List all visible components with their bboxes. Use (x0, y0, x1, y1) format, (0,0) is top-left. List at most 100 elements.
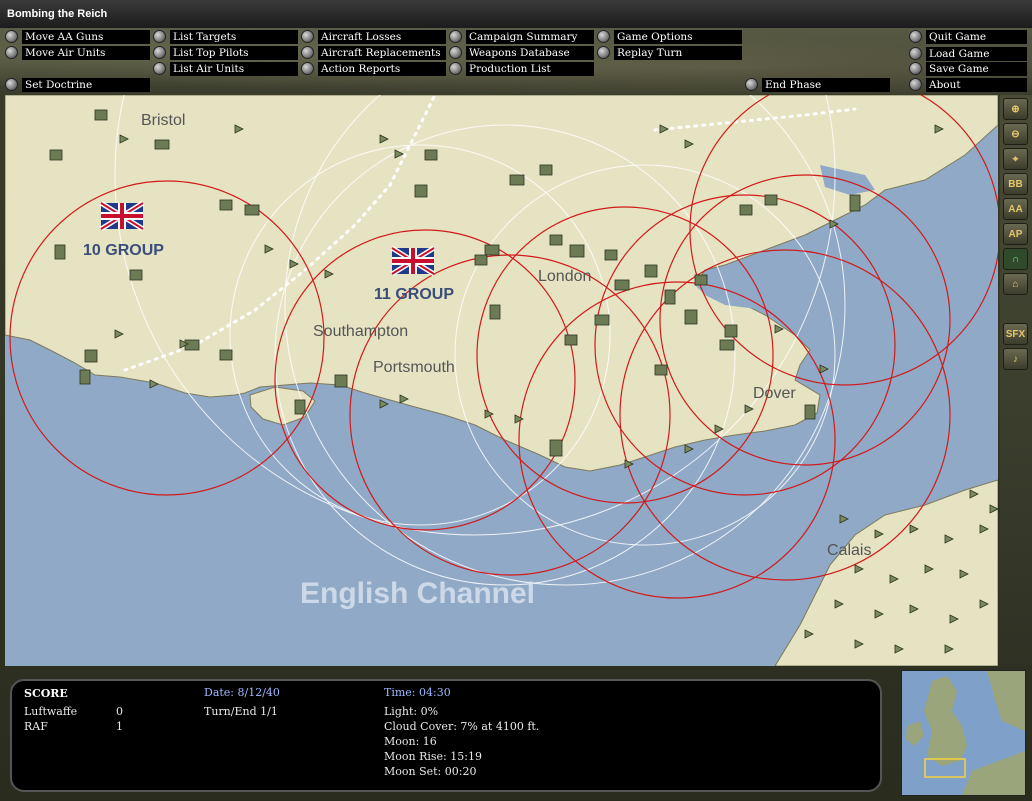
button-knob-icon (449, 62, 462, 75)
button-knob-icon (301, 30, 314, 43)
list-air-units-button[interactable]: List Air Units (153, 61, 298, 76)
quit-game-button[interactable]: Quit Game (909, 29, 1027, 44)
game-options-label: Game Options (614, 29, 742, 44)
button-knob-icon (909, 30, 922, 43)
zoom-in-button[interactable]: ⊕ (1003, 98, 1028, 120)
city-label-dover: Dover (753, 385, 796, 402)
light-readout: Light: 0% (384, 705, 439, 718)
button-knob-icon (5, 46, 18, 59)
list-top-pilots-label: List Top Pilots (170, 45, 298, 60)
game-window: Bombing the Reich Move AA Guns Move Air … (0, 0, 1032, 801)
aa-toggle-button[interactable]: AA (1003, 198, 1028, 220)
status-panel: SCORE Luftwaffe 0 RAF 1 Date: 8/12/40 Tu… (10, 679, 882, 792)
music-toggle-button[interactable]: ♪ (1003, 348, 1028, 370)
load-game-button[interactable]: Load Game (909, 46, 1027, 61)
time-readout: Time: 04:30 (384, 686, 451, 699)
weapons-database-label: Weapons Database (466, 45, 594, 60)
button-knob-icon (597, 30, 610, 43)
luftwaffe-label: Luftwaffe (24, 705, 78, 718)
action-reports-button[interactable]: Action Reports (301, 61, 446, 76)
aircraft-replacements-label: Aircraft Replacements (318, 45, 446, 60)
aircraft-losses-label: Aircraft Losses (318, 29, 446, 44)
map-canvas[interactable]: Bristol London Southampton Portsmouth Do… (5, 95, 998, 666)
load-game-label: Load Game (926, 46, 1027, 61)
minimap-canvas (902, 671, 1025, 795)
replay-turn-button[interactable]: Replay Turn (597, 45, 742, 60)
bb-label: BB (1008, 178, 1023, 190)
minimap[interactable] (901, 670, 1026, 796)
city-label-calais: Calais (827, 542, 871, 559)
zoom-out-button[interactable]: ⊖ (1003, 123, 1028, 145)
campaign-summary-button[interactable]: Campaign Summary (449, 29, 594, 44)
button-knob-icon (449, 46, 462, 59)
about-button[interactable]: About (909, 77, 1027, 92)
button-knob-icon (153, 46, 166, 59)
factory-icon: ⌂ (1012, 278, 1019, 290)
move-air-units-label: Move Air Units (22, 45, 150, 60)
bb-toggle-button[interactable]: BB (1003, 173, 1028, 195)
city-label-bristol: Bristol (141, 112, 185, 129)
sfx-toggle-button[interactable]: SFX (1003, 323, 1028, 345)
end-phase-label: End Phase (762, 77, 890, 92)
production-list-label: Production List (466, 61, 594, 76)
set-doctrine-button[interactable]: Set Doctrine (5, 77, 150, 92)
uk-flag-11-group (390, 245, 436, 277)
button-knob-icon (153, 30, 166, 43)
set-doctrine-label: Set Doctrine (22, 77, 150, 92)
sfx-label: SFX (1005, 328, 1026, 340)
button-knob-icon (909, 78, 922, 91)
aa-label: AA (1008, 203, 1023, 215)
window-title: Bombing the Reich (0, 0, 1032, 28)
map-toolbar: ⊕ ⊖ ⌖ BB AA AP ∩ ⌂ SFX ♪ (1000, 95, 1032, 666)
save-game-label: Save Game (926, 61, 1027, 76)
cloud-cover-readout: Cloud Cover: 7% at 4100 ft. (384, 720, 540, 733)
button-knob-icon (909, 47, 922, 60)
zoom-out-icon: ⊖ (1011, 128, 1020, 140)
moon-rise-readout: Moon Rise: 15:19 (384, 750, 482, 763)
list-targets-label: List Targets (170, 29, 298, 44)
ap-label: AP (1008, 228, 1023, 240)
button-knob-icon (597, 46, 610, 59)
save-game-button[interactable]: Save Game (909, 61, 1027, 76)
crosshair-icon: ⌖ (1012, 153, 1019, 165)
about-label: About (926, 77, 1027, 92)
city-label-portsmouth: Portsmouth (373, 359, 455, 376)
button-knob-icon (909, 62, 922, 75)
list-air-units-label: List Air Units (170, 61, 298, 76)
score-title: SCORE (24, 687, 68, 700)
campaign-summary-label: Campaign Summary (466, 29, 594, 44)
replay-turn-label: Replay Turn (614, 45, 742, 60)
list-top-pilots-button[interactable]: List Top Pilots (153, 45, 298, 60)
button-knob-icon (301, 62, 314, 75)
weapons-database-button[interactable]: Weapons Database (449, 45, 594, 60)
raf-label: RAF (24, 720, 48, 733)
group-10-label: 10 GROUP (83, 242, 164, 259)
list-targets-button[interactable]: List Targets (153, 29, 298, 44)
menu-panel: Move AA Guns Move Air Units Set Doctrine… (0, 28, 1032, 94)
music-icon: ♪ (1013, 353, 1018, 365)
game-options-button[interactable]: Game Options (597, 29, 742, 44)
button-knob-icon (301, 46, 314, 59)
end-phase-button[interactable]: End Phase (745, 77, 890, 92)
center-map-button[interactable]: ⌖ (1003, 148, 1028, 170)
strategic-map[interactable]: Bristol London Southampton Portsmouth Do… (5, 95, 998, 666)
move-aa-guns-label: Move AA Guns (22, 29, 150, 44)
production-list-button[interactable]: Production List (449, 61, 594, 76)
button-knob-icon (153, 62, 166, 75)
action-reports-label: Action Reports (318, 61, 446, 76)
ap-toggle-button[interactable]: AP (1003, 223, 1028, 245)
aircraft-losses-button[interactable]: Aircraft Losses (301, 29, 446, 44)
city-label-london: London (538, 268, 591, 285)
move-aa-guns-button[interactable]: Move AA Guns (5, 29, 150, 44)
moon-readout: Moon: 16 (384, 735, 437, 748)
sea-label-english-channel: English Channel (300, 577, 535, 610)
button-knob-icon (5, 30, 18, 43)
group-11-label: 11 GROUP (374, 286, 454, 303)
move-air-units-button[interactable]: Move Air Units (5, 45, 150, 60)
radar-toggle-button[interactable]: ∩ (1003, 248, 1028, 270)
luftwaffe-score: 0 (116, 705, 123, 718)
radar-icon: ∩ (1011, 253, 1020, 265)
factory-toggle-button[interactable]: ⌂ (1003, 273, 1028, 295)
zoom-in-icon: ⊕ (1011, 103, 1020, 115)
aircraft-replacements-button[interactable]: Aircraft Replacements (301, 45, 446, 60)
